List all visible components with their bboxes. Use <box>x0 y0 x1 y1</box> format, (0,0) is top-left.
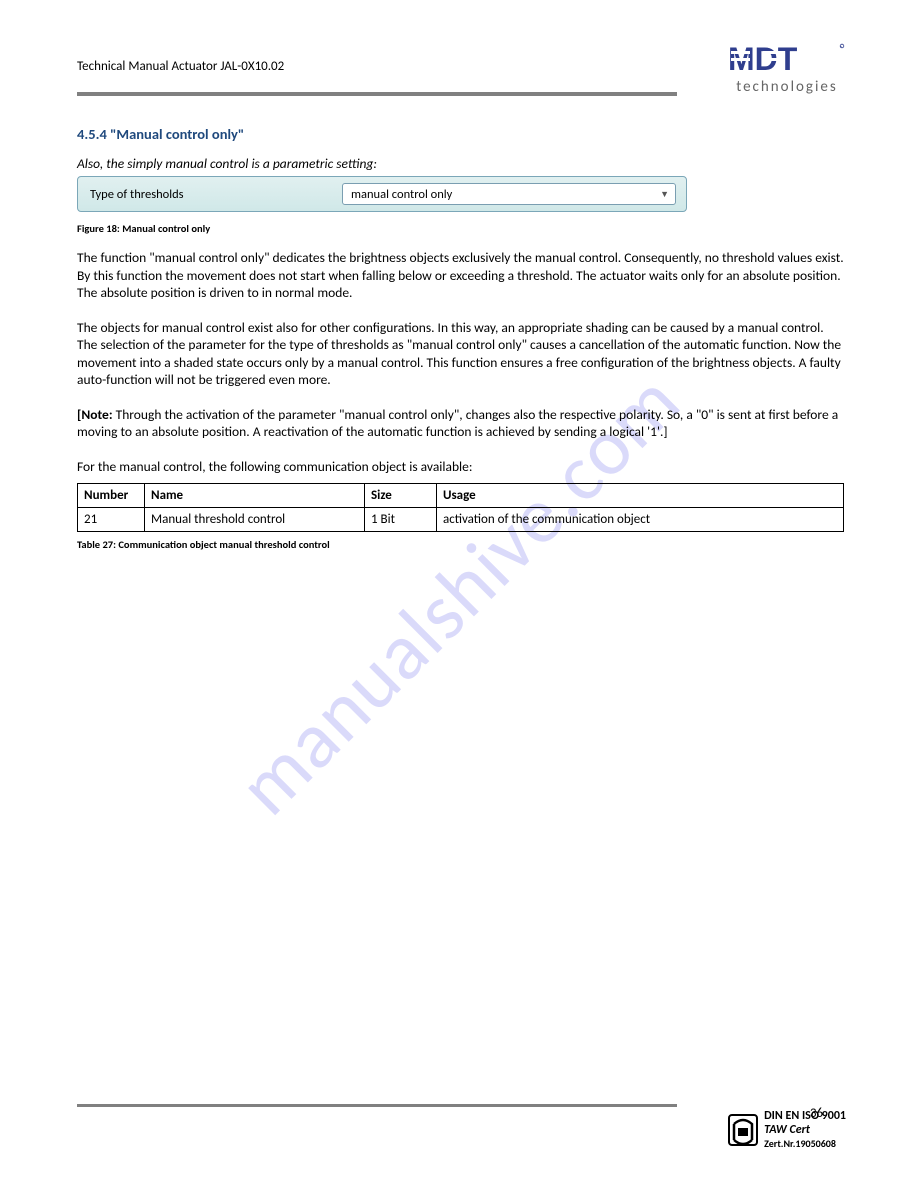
figure-caption: Figure 18: Manual control only <box>77 222 844 235</box>
parameter-label: Type of thresholds <box>90 187 342 202</box>
th-usage: Usage <box>437 484 844 508</box>
certification-badge: DIN EN ISO 9001 TAW Cert Zert.Nr.1905060… <box>728 1110 846 1149</box>
body-paragraph: The function "manual control only" dedic… <box>77 249 844 302</box>
intro-italic: Also, the simply manual control is a par… <box>77 155 844 172</box>
paragraph-text: The selection of the parameter for the t… <box>77 336 841 388</box>
body-paragraph: The objects for manual control exist als… <box>77 319 844 389</box>
cert-line1: DIN EN ISO 9001 <box>764 1110 846 1124</box>
td-usage: activation of the communication object <box>437 508 844 532</box>
table-header-row: Number Name Size Usage <box>78 484 844 508</box>
table-caption: Table 27: Communication object manual th… <box>77 538 844 551</box>
select-value-text: manual control only <box>351 187 452 202</box>
svg-text:R: R <box>840 45 842 49</box>
comm-object-table: Number Name Size Usage 21 Manual thresho… <box>77 483 844 532</box>
td-number: 21 <box>78 508 145 532</box>
main-content: 4.5.4 "Manual control only" Also, the si… <box>77 125 844 551</box>
note-text: Through the activation of the parameter … <box>77 406 838 441</box>
chevron-down-icon: ▼ <box>660 189 669 200</box>
section-heading: 4.5.4 "Manual control only" <box>77 125 844 143</box>
footer-rule <box>77 1104 677 1107</box>
table-row: 21 Manual threshold control 1 Bit activa… <box>78 508 844 532</box>
td-name: Manual threshold control <box>145 508 365 532</box>
paragraph-text: The objects for manual control exist als… <box>77 319 824 336</box>
th-name: Name <box>145 484 365 508</box>
brand-subtitle: technologies <box>728 78 846 96</box>
cert-line3: Zert.Nr.19050608 <box>764 1138 846 1150</box>
brand-logo: MDT R technologies <box>728 42 846 96</box>
taw-cert-icon <box>728 1114 758 1146</box>
header-rule <box>77 92 677 96</box>
body-paragraph: For the manual control, the following co… <box>77 458 844 476</box>
threshold-type-select[interactable]: manual control only ▼ <box>342 183 676 205</box>
doc-header-title: Technical Manual Actuator JAL-0X10.02 <box>77 59 284 74</box>
td-size: 1 Bit <box>365 508 437 532</box>
body-paragraph: [Note: Through the activation of the par… <box>77 406 844 441</box>
note-prefix: [Note: <box>77 406 113 423</box>
th-number: Number <box>78 484 145 508</box>
th-size: Size <box>365 484 437 508</box>
parameter-row: Type of thresholds manual control only ▼ <box>77 176 687 212</box>
cert-line2: TAW Cert <box>764 1124 846 1138</box>
